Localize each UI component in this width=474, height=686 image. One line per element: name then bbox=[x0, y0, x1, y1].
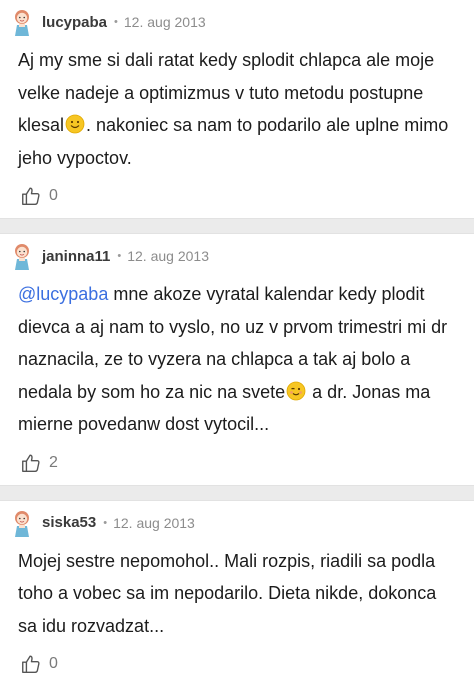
comment-text-part: Mojej sestre nepomohol.. Mali rozpis, ri… bbox=[18, 551, 436, 636]
comment-header: siska53 • 12. aug 2013 bbox=[0, 501, 474, 545]
comment-header: janinna11 • 12. aug 2013 bbox=[0, 234, 474, 278]
username[interactable]: janinna11 bbox=[42, 248, 110, 265]
meta-separator: • bbox=[114, 16, 118, 28]
user-mention-link[interactable]: @lucypaba bbox=[18, 284, 108, 304]
avatar-icon[interactable] bbox=[10, 508, 34, 538]
meta-separator: • bbox=[117, 250, 121, 262]
like-row: 0 bbox=[0, 174, 474, 218]
like-row: 2 bbox=[0, 441, 474, 485]
like-row: 0 bbox=[0, 642, 474, 686]
avatar-icon[interactable] bbox=[10, 7, 34, 37]
comment-divider bbox=[0, 218, 474, 234]
thumbs-up-icon[interactable] bbox=[20, 185, 42, 207]
like-count: 0 bbox=[49, 187, 58, 205]
comment-header: lucypaba • 12. aug 2013 bbox=[0, 0, 474, 44]
comment-divider bbox=[0, 485, 474, 501]
meta-separator: • bbox=[103, 517, 107, 529]
comment-date: 12. aug 2013 bbox=[113, 515, 195, 531]
comment-card: lucypaba • 12. aug 2013 Aj my sme si dal… bbox=[0, 0, 474, 218]
comment-text: @lucypaba mne akoze vyratal kalendar ked… bbox=[0, 278, 474, 441]
thumbs-up-icon[interactable] bbox=[20, 452, 42, 474]
winking-face-emoji-icon bbox=[286, 381, 306, 401]
like-count: 2 bbox=[49, 454, 58, 472]
avatar-icon[interactable] bbox=[10, 241, 34, 271]
like-count: 0 bbox=[49, 655, 58, 673]
comment-text: Mojej sestre nepomohol.. Mali rozpis, ri… bbox=[0, 545, 474, 643]
comment-text: Aj my sme si dali ratat kedy splodit chl… bbox=[0, 44, 474, 174]
comment-card: siska53 • 12. aug 2013 Mojej sestre nepo… bbox=[0, 501, 474, 686]
comment-date: 12. aug 2013 bbox=[124, 14, 206, 30]
comment-date: 12. aug 2013 bbox=[127, 248, 209, 264]
smiley-emoji-icon bbox=[65, 114, 85, 134]
comment-card: janinna11 • 12. aug 2013 @lucypaba mne a… bbox=[0, 234, 474, 485]
username[interactable]: lucypaba bbox=[42, 14, 107, 31]
username[interactable]: siska53 bbox=[42, 514, 96, 531]
